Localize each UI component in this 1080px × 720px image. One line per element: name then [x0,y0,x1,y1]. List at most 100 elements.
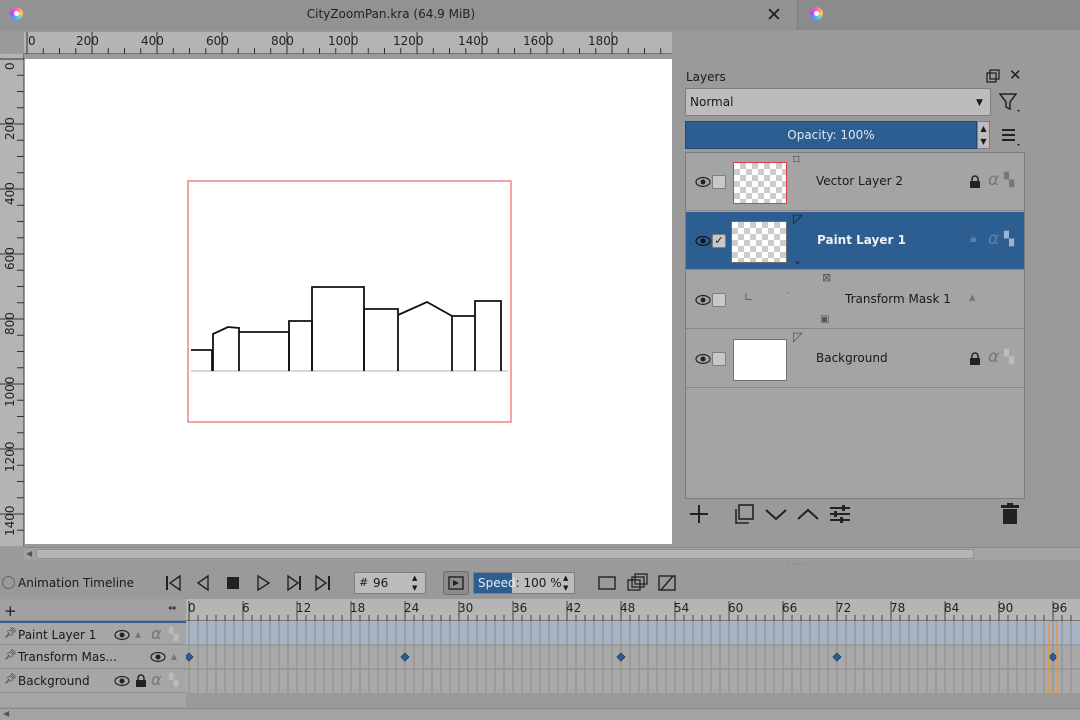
paint-layer-row-track [186,621,1080,645]
close-docker-icon[interactable]: ✕ [1009,68,1023,83]
frame-number: 18 [350,601,366,615]
eye-icon[interactable] [114,673,130,689]
inherit-alpha-icon[interactable]: ▚ [1004,173,1014,188]
eye-icon[interactable] [695,351,711,367]
timeline-row-name: Transform Mas... [18,650,117,664]
lock-icon[interactable] [968,175,982,189]
inherit-alpha-icon[interactable]: ▚ [169,673,178,687]
lock-icon[interactable]: ▴ [969,290,976,305]
document-title: CityZoomPan.kra (64.9 MiB) [306,7,476,21]
expand-chevron-icon[interactable]: ⌄ [793,254,802,267]
move-layer-down-icon[interactable] [764,502,788,526]
layer-properties-icon[interactable] [828,502,852,526]
lock-icon[interactable] [134,674,148,688]
animated-mask-icon: ▣ [820,314,830,325]
move-layer-up-icon[interactable] [796,502,820,526]
vertical-ruler[interactable]: 0 200 400 600 800 1000 1200 1400 [0,54,24,546]
play-icon[interactable] [253,573,273,593]
docker-lock-icon[interactable] [2,576,15,589]
layer-select-checkbox[interactable] [712,293,726,307]
mask-dot-icon: · [787,289,790,299]
drop-frames-icon[interactable] [596,573,618,593]
previous-frame-icon[interactable] [193,573,213,593]
alpha-lock-icon[interactable]: α [988,347,999,367]
hruler-label: 1600 [523,34,554,48]
loop-icon [448,576,464,590]
timeline-horizontal-scrollbar[interactable] [0,708,1080,720]
duplicate-layer-icon[interactable] [732,502,756,526]
frame-number: 36 [512,601,528,615]
opacity-spin-arrows[interactable]: ▲ ▼ [977,121,990,149]
frame-number: 12 [296,601,312,615]
layer-name: Vector Layer 2 [816,174,903,188]
close-tab-icon[interactable]: ✕ [765,6,783,25]
inherit-alpha-icon[interactable]: ▚ [1004,232,1014,247]
layer-name: Transform Mask 1 [845,292,951,306]
city-skyline-drawing [191,286,502,371]
auto-key-icon[interactable] [656,573,678,593]
layer-row-background[interactable]: ◸ Background α ▚ [686,330,1024,388]
onion-skin-icon[interactable] [626,573,648,593]
frame-number: 72 [836,601,852,615]
go-to-end-icon[interactable] [313,573,333,593]
inherit-alpha-icon[interactable]: ▚ [169,627,178,641]
stop-icon[interactable] [223,573,243,593]
add-layer-icon[interactable] [688,502,712,526]
frame-spin-arrows[interactable]: ▲ ▼ [412,573,417,593]
hruler-label: 1200 [393,34,424,48]
float-docker-icon[interactable] [986,69,1000,83]
layer-select-checkbox[interactable] [712,352,726,366]
delete-layer-icon[interactable] [998,502,1022,526]
frame-number: 42 [566,601,582,615]
layer-select-checkbox[interactable]: ✓ [712,234,726,248]
timeline-zoom-icon[interactable]: ⇔ [168,603,176,614]
layer-row-paint-layer-1[interactable]: ✓ ◸ ⌄ Paint Layer 1 🔒︎ α ▚ [686,212,1024,270]
timeline-frame-grid[interactable] [186,621,1080,693]
timeline-row-name: Paint Layer 1 [18,628,97,642]
lock-icon[interactable]: ▴ [171,649,177,663]
timeline-bottom-spacer [0,693,186,707]
current-frame-value: 96 [373,576,389,590]
lock-icon[interactable]: ▴ [135,627,141,641]
speed-spin-arrows[interactable]: ▲ ▼ [563,573,568,593]
timeline-row-transform-mask[interactable]: 📌︎ Transform Mas... ▴ [0,645,186,669]
loop-playback-button[interactable] [443,571,469,595]
pin-icon[interactable]: 📌︎ [4,628,17,639]
inherit-alpha-icon[interactable]: ▚ [1004,350,1014,365]
layer-options-menu-icon[interactable] [998,125,1022,147]
second-window-tab[interactable] [797,0,1080,30]
alpha-lock-icon[interactable]: α [988,229,999,249]
layer-thumbnail [733,339,787,381]
chevron-down-icon: ▼ [976,98,983,108]
eye-icon[interactable] [150,649,166,665]
eye-icon[interactable] [695,292,711,308]
alpha-lock-icon[interactable]: α [151,670,162,689]
layer-select-checkbox[interactable] [712,175,726,189]
docker-resize-handle[interactable]: · · · · · [780,560,816,569]
layer-row-vector-layer-2[interactable]: ⌑ Vector Layer 2 α ▚ [686,153,1024,211]
eye-icon[interactable] [695,233,711,249]
lock-icon[interactable]: 🔒︎ [970,231,977,246]
alpha-lock-icon[interactable]: α [151,624,162,643]
layer-row-transform-mask-1[interactable]: ∟ · ⊠ ▣ Transform Mask 1 ▴ [686,271,1024,329]
add-timeline-layer-icon[interactable]: + [4,602,17,620]
vruler-label: 200 [3,117,17,140]
filter-icon[interactable] [998,91,1022,113]
pin-icon[interactable]: 📌︎ [4,650,17,661]
hruler-label: 1800 [588,34,619,48]
lock-icon[interactable] [968,352,982,366]
go-to-start-icon[interactable] [163,573,183,593]
pin-icon[interactable]: 📌︎ [4,674,17,685]
timeline-row-paint-layer-1[interactable]: 📌︎ Paint Layer 1 ▴ α ▚ [0,621,186,645]
scroll-left-arrow-icon[interactable]: ◀ [26,549,32,558]
horizontal-ruler[interactable]: 0 200 400 600 800 1000 1200 1400 1600 18… [24,32,672,54]
eye-icon[interactable] [695,174,711,190]
eye-icon[interactable] [114,627,130,643]
alpha-lock-icon[interactable]: α [988,170,999,190]
canvas-scroll-thumb[interactable] [36,549,974,559]
frame-number: 78 [890,601,906,615]
next-frame-icon[interactable] [283,573,303,593]
timeline-row-background[interactable]: 📌︎ Background α ▚ [0,669,186,693]
scroll-left-arrow-icon[interactable]: ◀ [3,709,9,718]
frame-number: 66 [782,601,798,615]
